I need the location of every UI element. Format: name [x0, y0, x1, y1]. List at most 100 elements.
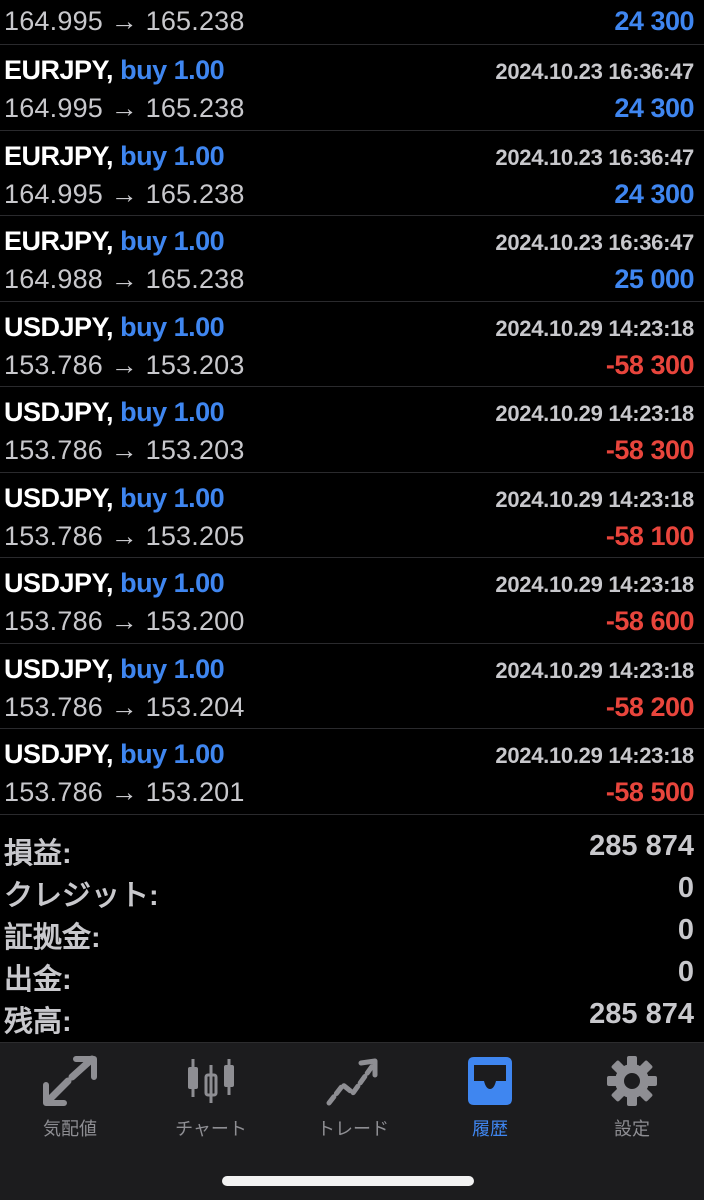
- deal-row[interactable]: USDJPY, buy 1.00 2024.10.29 14:23:18 153.7…: [0, 473, 704, 558]
- deal-side-volume: buy 1.00: [120, 55, 225, 85]
- deal-side-volume: buy 1.00: [120, 226, 225, 256]
- close-price: 153.200: [145, 606, 245, 636]
- tab-gear[interactable]: 設定: [562, 1055, 702, 1155]
- summary-value: 285 874: [589, 998, 694, 1030]
- close-price: 153.203: [145, 349, 245, 380]
- deal-profit: -58 500: [605, 777, 695, 807]
- close-price: 153.201: [145, 777, 245, 807]
- open-price: 164.995: [4, 178, 103, 209]
- deal-prices: 164.988 → 165.238: [4, 264, 245, 295]
- summary-label: 証拠金:: [4, 922, 101, 954]
- open-price: 153.786: [4, 777, 103, 807]
- deal-symbol: USDJPY,: [4, 739, 114, 769]
- gear-icon: [562, 1055, 702, 1107]
- deal-time: 2024.10.23 16:36:47: [495, 59, 694, 84]
- close-price: 153.203: [145, 435, 245, 465]
- deal-profit: 24 300: [614, 178, 694, 209]
- arrow-icon: →: [110, 264, 138, 294]
- deal-title: USDJPY, buy 1.00: [4, 653, 225, 685]
- deal-row[interactable]: EURJPY, buy 1.00 2024.10.23 16:36:47 164.9…: [0, 216, 704, 302]
- summary-label: クレジット:: [4, 880, 159, 912]
- open-price: 164.995: [4, 6, 103, 36]
- deal-row[interactable]: EURJPY, buy 1.00 2024.10.23 16:36:47 164.9…: [0, 131, 704, 216]
- summary-row: 出金: 0: [0, 952, 704, 996]
- deal-prices: 153.786 → 153.203: [4, 350, 245, 381]
- deal-profit: -58 300: [605, 435, 695, 465]
- deal-side-volume: buy 1.00: [120, 482, 225, 513]
- deal-profit: -58 200: [605, 691, 695, 722]
- close-price: 153.204: [145, 691, 245, 722]
- deal-time: 2024.10.29 14:23:18: [495, 657, 694, 683]
- deal-side-volume: buy 1.00: [120, 568, 225, 598]
- deal-row[interactable]: USDJPY, buy 1.00 2024.10.29 14:23:18 153.7…: [0, 729, 704, 815]
- arrow-icon: →: [110, 349, 138, 380]
- summary-value: 0: [677, 872, 694, 904]
- deal-prices: 153.786 → 153.205: [4, 521, 245, 552]
- deal-title: EURJPY, buy 1.00: [4, 226, 225, 257]
- tab-label: チャート: [175, 1119, 247, 1139]
- arrow-icon: →: [110, 691, 138, 722]
- deal-prices: 153.786 → 153.204: [4, 692, 245, 723]
- arrow-icon: →: [110, 606, 138, 636]
- deal-symbol: USDJPY,: [4, 397, 114, 427]
- deal-time: 2024.10.29 14:23:18: [495, 486, 694, 512]
- open-price: 153.786: [4, 435, 103, 465]
- quotes-arrows-icon: [0, 1055, 140, 1107]
- deal-profit: 25 000: [614, 264, 694, 294]
- summary-row: 残高: 285 874: [0, 994, 704, 1038]
- deal-row[interactable]: USDJPY, buy 1.00 2024.10.29 14:23:18 153.7…: [0, 387, 704, 473]
- deal-title: EURJPY, buy 1.00: [4, 55, 225, 86]
- tab-label: 履歴: [472, 1119, 508, 1139]
- summary-row: 損益: 285 874: [0, 826, 704, 870]
- deal-time: 2024.10.23 16:36:47: [495, 230, 694, 255]
- tab-label: 設定: [614, 1119, 650, 1139]
- deal-symbol: USDJPY,: [4, 653, 114, 684]
- deal-side-volume: buy 1.00: [120, 311, 225, 342]
- deal-side-volume: buy 1.00: [120, 739, 225, 769]
- arrow-icon: →: [110, 93, 138, 123]
- home-indicator[interactable]: [222, 1176, 474, 1186]
- close-price: 165.238: [145, 93, 245, 123]
- tab-quotes-arrows[interactable]: 気配値: [0, 1055, 140, 1155]
- deal-row[interactable]: EURJPY, buy 1.00 2024.10.23 16:36:47 164.9…: [0, 45, 704, 131]
- arrow-icon: →: [110, 777, 138, 807]
- deal-time: 2024.10.29 14:23:18: [495, 572, 694, 597]
- arrow-icon: →: [110, 435, 138, 465]
- deal-symbol: EURJPY,: [4, 226, 114, 256]
- tab-candlestick-chart[interactable]: チャート: [141, 1055, 281, 1155]
- deal-prices: 164.995 → 165.238: [4, 6, 245, 37]
- deal-prices: 153.786 → 153.200: [4, 606, 245, 637]
- deal-row[interactable]: USDJPY, buy 1.00 2024.10.29 14:23:18 153.7…: [0, 558, 704, 644]
- close-price: 165.238: [145, 178, 245, 209]
- summary-value: 285 874: [589, 830, 694, 862]
- deal-row[interactable]: USDJPY, buy 1.00 2024.10.29 14:23:18 153.7…: [0, 302, 704, 387]
- trade-trend-icon: [283, 1055, 423, 1107]
- deal-symbol: EURJPY,: [4, 140, 114, 171]
- open-price: 164.995: [4, 93, 103, 123]
- deal-symbol: USDJPY,: [4, 568, 114, 598]
- summary-label: 損益:: [4, 838, 72, 870]
- deal-title: EURJPY, buy 1.00: [4, 140, 225, 172]
- open-price: 153.786: [4, 520, 103, 551]
- open-price: 153.786: [4, 691, 103, 722]
- deal-symbol: EURJPY,: [4, 55, 114, 85]
- candlestick-chart-icon: [141, 1055, 281, 1107]
- deal-row[interactable]: 164.995 → 165.238 24 300: [0, 0, 704, 45]
- tab-history-tray[interactable]: 履歴: [420, 1055, 560, 1155]
- close-price: 165.238: [145, 6, 245, 36]
- summary-value: 0: [677, 956, 694, 988]
- summary-row: クレジット: 0: [0, 868, 704, 912]
- deal-profit: -58 300: [605, 349, 695, 380]
- deal-title: USDJPY, buy 1.00: [4, 568, 225, 599]
- deal-row[interactable]: USDJPY, buy 1.00 2024.10.29 14:23:18 153.7…: [0, 644, 704, 729]
- deal-time: 2024.10.29 14:23:18: [495, 401, 694, 426]
- deal-prices: 153.786 → 153.203: [4, 435, 245, 466]
- tab-label: トレード: [317, 1119, 389, 1139]
- deal-time: 2024.10.29 14:23:18: [495, 315, 694, 341]
- close-price: 165.238: [145, 264, 245, 294]
- close-price: 153.205: [145, 520, 245, 551]
- tab-trade-trend[interactable]: トレード: [283, 1055, 423, 1155]
- tab-label: 気配値: [43, 1119, 97, 1139]
- deal-symbol: USDJPY,: [4, 311, 114, 342]
- deal-time: 2024.10.23 16:36:47: [495, 144, 694, 170]
